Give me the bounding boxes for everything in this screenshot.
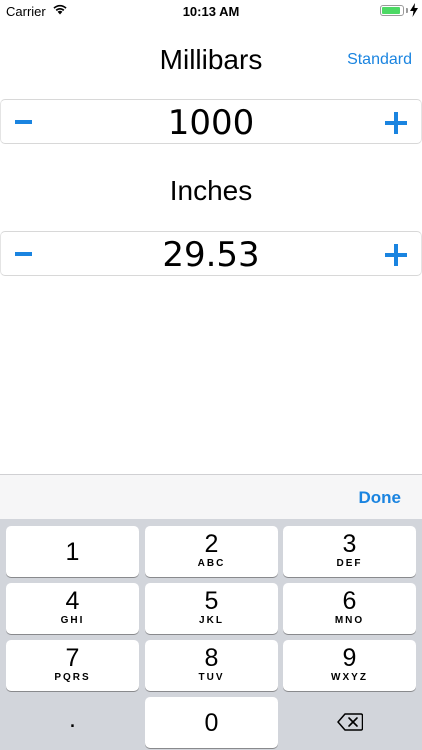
battery-cap xyxy=(406,8,408,13)
key-digit: 7 xyxy=(65,644,80,672)
backspace-icon xyxy=(337,713,363,731)
key-digit: 1 xyxy=(65,538,80,566)
millibars-value-field[interactable]: 1000 xyxy=(1,103,421,143)
key-letters: MNO xyxy=(334,615,365,626)
key-digit: . xyxy=(69,705,76,733)
key-letters: ABC xyxy=(197,558,226,569)
inches-value-field[interactable]: 29.53 xyxy=(1,235,421,275)
key-digit: 6 xyxy=(342,587,357,615)
key-0[interactable]: 0 xyxy=(145,697,278,748)
status-time: 10:13 AM xyxy=(182,4,240,19)
key-7[interactable]: 7 PQRS xyxy=(6,640,139,691)
key-digit: 8 xyxy=(204,644,219,672)
key-backspace[interactable] xyxy=(283,697,416,748)
key-2[interactable]: 2 ABC xyxy=(145,526,278,577)
numeric-keypad: 1 2 ABC 3 DEF 4 GHI 5 JKL 6 MNO 7 PQRS 8… xyxy=(0,519,422,750)
key-letters: JKL xyxy=(199,615,224,626)
millibars-stepper: 1000 xyxy=(0,99,422,144)
battery-icon xyxy=(380,5,404,16)
key-letters: TUV xyxy=(198,672,225,683)
standard-button[interactable]: Standard xyxy=(347,51,412,69)
key-4[interactable]: 4 GHI xyxy=(6,583,139,634)
key-digit: 5 xyxy=(204,587,219,615)
key-digit: 3 xyxy=(342,530,357,558)
plus-icon[interactable] xyxy=(385,112,407,134)
done-button[interactable]: Done xyxy=(359,488,402,508)
keyboard-accessory-bar: Done xyxy=(0,474,422,519)
key-digit: 0 xyxy=(204,709,219,737)
key-letters: DEF xyxy=(336,558,363,569)
status-bar: Carrier 10:13 AM xyxy=(0,0,422,22)
key-digit: 2 xyxy=(204,530,219,558)
key-1[interactable]: 1 xyxy=(6,526,139,577)
key-5[interactable]: 5 JKL xyxy=(145,583,278,634)
key-digit: 4 xyxy=(65,587,80,615)
key-3[interactable]: 3 DEF xyxy=(283,526,416,577)
key-decimal[interactable]: . xyxy=(6,697,139,748)
key-letters: GHI xyxy=(60,615,85,626)
charging-bolt-icon xyxy=(410,3,418,17)
key-8[interactable]: 8 TUV xyxy=(145,640,278,691)
plus-icon[interactable] xyxy=(385,244,407,266)
battery-level-fill xyxy=(382,7,400,14)
key-6[interactable]: 6 MNO xyxy=(283,583,416,634)
key-letters: WXYZ xyxy=(331,672,368,683)
key-digit: 9 xyxy=(342,644,357,672)
key-9[interactable]: 9 WXYZ xyxy=(283,640,416,691)
inches-stepper: 29.53 xyxy=(0,231,422,276)
inches-title: Inches xyxy=(169,175,253,206)
key-letters: PQRS xyxy=(54,672,91,683)
